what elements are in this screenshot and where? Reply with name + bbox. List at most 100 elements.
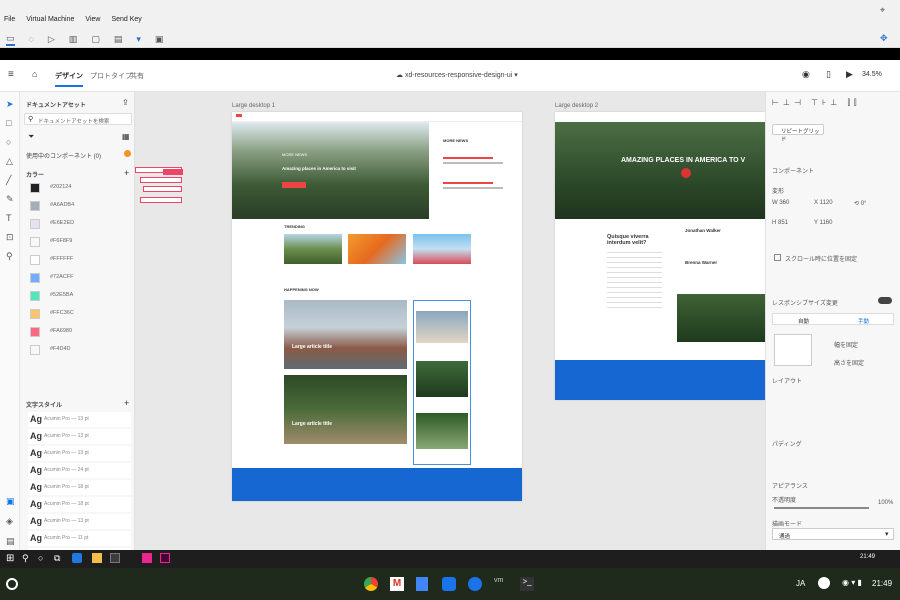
- color-swatch[interactable]: #E6E2ED: [28, 216, 131, 232]
- artboard-2-label[interactable]: Large desktop 2: [555, 103, 598, 109]
- character-style-item[interactable]: Ag Acumin Pro — 24 pt: [28, 463, 131, 478]
- canvas[interactable]: Large desktop 1 MORE NEWS Amazing places…: [135, 92, 765, 550]
- lightbulb-icon[interactable]: ◌: [29, 33, 34, 45]
- gmail-icon[interactable]: M: [390, 577, 404, 591]
- play-icon[interactable]: ▷: [48, 33, 55, 45]
- tab-design[interactable]: デザイン: [55, 71, 83, 87]
- color-swatch[interactable]: #FFFFFF: [28, 252, 131, 268]
- add-color-icon[interactable]: +: [124, 168, 129, 178]
- responsive-toggle[interactable]: [878, 297, 892, 304]
- xd-taskbar-icon[interactable]: [142, 553, 152, 563]
- document-title[interactable]: ☁ xd-resources-responsive-design-ui ▾: [396, 71, 518, 79]
- color-swatch[interactable]: #52E5BA: [28, 288, 131, 304]
- character-style-item[interactable]: Ag Acumin Pro — 13 pt: [28, 412, 131, 427]
- artboard-large-desktop-1[interactable]: MORE NEWS Amazing places in America to v…: [232, 112, 522, 501]
- character-style-item[interactable]: Ag Acumin Pro — 18 pt: [28, 480, 131, 495]
- mobile-preview-icon[interactable]: ▯: [826, 69, 831, 80]
- constraints-widget[interactable]: [774, 334, 812, 366]
- line-tool-icon[interactable]: ╱: [6, 176, 15, 185]
- fullscreen-icon[interactable]: ✥: [880, 32, 888, 44]
- h-field[interactable]: H 851: [772, 220, 788, 226]
- character-style-item[interactable]: Ag Acumin Pro — 13 pt: [28, 429, 131, 444]
- docs-icon[interactable]: [416, 577, 428, 591]
- xd-taskbar-icon-2[interactable]: [160, 553, 170, 563]
- rectangle-tool-icon[interactable]: □: [6, 119, 15, 128]
- plugins-icon[interactable]: ▤: [6, 537, 15, 546]
- y-field[interactable]: Y 1160: [814, 220, 832, 226]
- search-icon[interactable]: ⚲: [22, 553, 29, 564]
- windows-start-icon[interactable]: ⊞: [6, 553, 14, 564]
- pasted-element[interactable]: [163, 169, 183, 175]
- rotation-field[interactable]: ⟲ 0°: [854, 200, 866, 207]
- shelf-clock[interactable]: 21:49: [872, 579, 892, 588]
- color-swatch[interactable]: #A6ADB4: [28, 198, 131, 214]
- pin-icon[interactable]: ⌖: [880, 4, 885, 16]
- usb-icon[interactable]: ▤: [114, 33, 123, 45]
- pasted-element[interactable]: [140, 197, 182, 203]
- tab-share[interactable]: 共有: [130, 71, 144, 81]
- chrome-icon[interactable]: [364, 577, 378, 591]
- launcher-icon[interactable]: [6, 578, 18, 590]
- responsive-mode-switch[interactable]: 自動 手動: [772, 313, 894, 325]
- vmware-icon[interactable]: vm: [494, 577, 508, 591]
- color-swatch[interactable]: #202124: [28, 180, 131, 196]
- repeat-grid-button[interactable]: リピートグリッド: [772, 124, 824, 143]
- play-preview-icon[interactable]: ▶: [846, 69, 853, 80]
- home-icon[interactable]: ⌂: [32, 69, 37, 79]
- filter-icon[interactable]: ⏷: [28, 132, 34, 142]
- colors-header[interactable]: カラー: [26, 170, 44, 179]
- text-tool-icon[interactable]: T: [6, 214, 15, 223]
- character-style-item[interactable]: Ag Acumin Pro — 11 pt: [28, 531, 131, 546]
- zoom-tool-icon[interactable]: ⚲: [6, 252, 15, 261]
- color-swatch[interactable]: #FFC36C: [28, 306, 131, 322]
- export-icon[interactable]: ⇪: [122, 98, 129, 107]
- pen-tool-icon[interactable]: ✎: [6, 195, 15, 204]
- tab-prototype[interactable]: プロトタイプ: [90, 71, 132, 81]
- files-icon[interactable]: [442, 577, 456, 591]
- menu-file[interactable]: File: [4, 16, 15, 23]
- store-icon[interactable]: [110, 553, 120, 563]
- w-field[interactable]: W 360: [772, 200, 789, 206]
- pasted-element[interactable]: [140, 177, 182, 183]
- color-swatch[interactable]: #F6F8F9: [28, 234, 131, 250]
- terminal-icon[interactable]: >_: [520, 577, 534, 591]
- polygon-tool-icon[interactable]: △: [6, 157, 15, 166]
- select-tool-icon[interactable]: ➤: [6, 100, 15, 109]
- components-header[interactable]: 使用中のコンポーネント (0): [26, 151, 101, 160]
- add-style-icon[interactable]: +: [124, 398, 129, 408]
- opacity-slider[interactable]: [774, 507, 869, 509]
- artboard-tool-icon[interactable]: ⊡: [6, 233, 15, 242]
- opacity-value[interactable]: 100%: [878, 500, 893, 506]
- character-style-item[interactable]: Ag Acumin Pro — 18 pt: [28, 497, 131, 512]
- explorer-icon[interactable]: [92, 553, 102, 563]
- artboard-1-label[interactable]: Large desktop 1: [232, 103, 275, 109]
- stylus-icon[interactable]: [818, 577, 830, 589]
- assets-icon[interactable]: ▣: [6, 497, 15, 506]
- menu-view[interactable]: View: [85, 16, 100, 23]
- menu-virtual-machine[interactable]: Virtual Machine: [26, 16, 74, 23]
- edge-icon[interactable]: [72, 553, 82, 563]
- align-toolbar[interactable]: ⊢⊥⊣ ⊤⊦⊥ ⫿⫿: [772, 98, 897, 112]
- manual-option[interactable]: 手動: [858, 317, 869, 325]
- user-icon[interactable]: ◉: [802, 69, 810, 80]
- task-view-icon[interactable]: ⧉: [54, 553, 60, 564]
- menu-send-key[interactable]: Send Key: [111, 16, 141, 23]
- blend-select[interactable]: 通過 ▾: [772, 528, 894, 540]
- asset-search-input[interactable]: ⚲ ドキュメントアセットを検索: [24, 113, 132, 125]
- settings-icon[interactable]: [468, 577, 482, 591]
- pasted-element[interactable]: [143, 186, 182, 192]
- auto-option[interactable]: 自動: [798, 317, 809, 325]
- selected-column[interactable]: [413, 300, 471, 465]
- hero-button[interactable]: [282, 182, 306, 188]
- stop-icon[interactable]: ▢: [91, 33, 100, 45]
- zoom-level[interactable]: 34.5%: [862, 71, 882, 78]
- ellipse-tool-icon[interactable]: ○: [6, 138, 15, 147]
- character-style-item[interactable]: Ag Acumin Pro — 13 pt: [28, 446, 131, 461]
- layers-icon[interactable]: ◈: [6, 517, 15, 526]
- scroll-fix-checkbox[interactable]: [774, 254, 781, 261]
- grid-view-icon[interactable]: ▦: [122, 132, 130, 141]
- hamburger-icon[interactable]: ≡: [8, 69, 14, 80]
- character-styles-header[interactable]: 文字スタイル: [26, 400, 62, 409]
- color-swatch[interactable]: #72ACFF: [28, 270, 131, 286]
- ime-indicator[interactable]: JA: [796, 579, 805, 588]
